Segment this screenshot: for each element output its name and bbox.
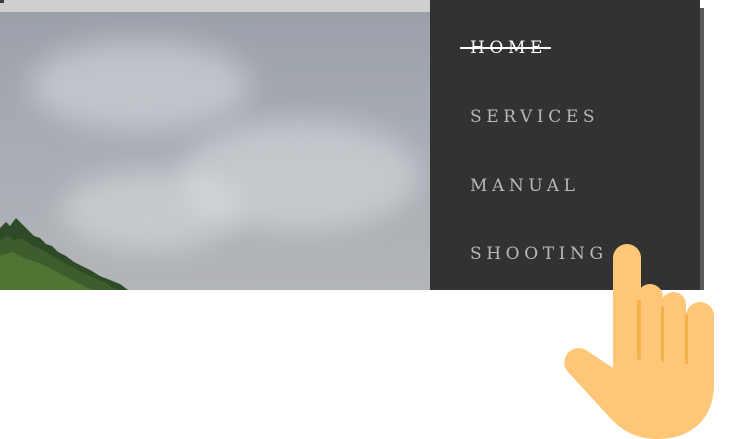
nav-item-services[interactable]: SERVICES xyxy=(470,107,599,127)
hero-image xyxy=(0,0,430,290)
nav-item-home[interactable]: HOME xyxy=(460,38,551,58)
nav-item-label: HOME xyxy=(470,38,547,58)
nav-item-label: SERVICES xyxy=(470,107,600,127)
forest-hillside xyxy=(0,218,128,290)
nav-item-manual[interactable]: MANUAL xyxy=(470,176,580,196)
pointing-hand-icon xyxy=(564,244,714,439)
nav-item-label: MANUAL xyxy=(470,176,580,196)
